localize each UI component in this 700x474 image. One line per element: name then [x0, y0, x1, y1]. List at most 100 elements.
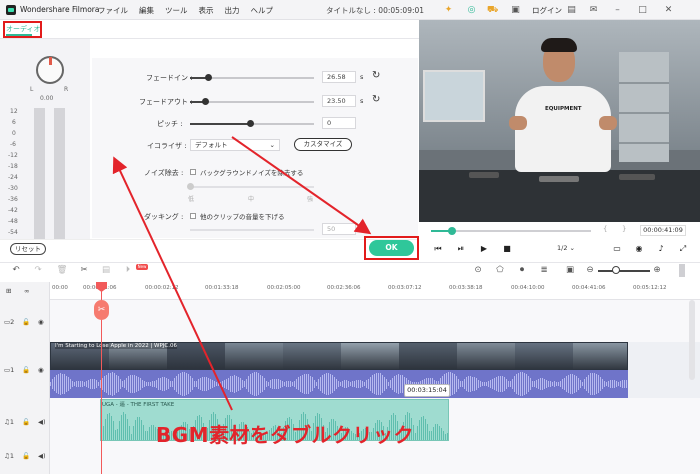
- pitch-value-field[interactable]: 0: [322, 117, 356, 129]
- zoom-slider-thumb[interactable]: [612, 266, 620, 274]
- maximize-icon[interactable]: □: [637, 5, 648, 16]
- reset-button[interactable]: リセット: [10, 243, 46, 255]
- add-track-icon[interactable]: ⊞: [6, 287, 11, 295]
- preview-progress-thumb[interactable]: [448, 227, 456, 235]
- display-icon[interactable]: ▭: [612, 244, 622, 253]
- pitch-fill: [190, 123, 250, 125]
- lock-icon[interactable]: 🔓: [22, 318, 30, 326]
- ruler-label: 00:00:02:12: [145, 285, 179, 291]
- login-link[interactable]: ログイン: [532, 5, 562, 16]
- bgm-waveform-bar: [415, 433, 416, 440]
- menu-edit[interactable]: 編集: [139, 5, 154, 16]
- eye-icon[interactable]: ◉: [38, 318, 44, 326]
- bgm-waveform-bar: [131, 433, 132, 440]
- menu-view[interactable]: 表示: [199, 5, 214, 16]
- crop-icon[interactable]: ▤: [100, 265, 112, 275]
- render-icon[interactable]: ⊙: [472, 265, 484, 275]
- redo-icon[interactable]: ↷: [32, 265, 44, 275]
- stop-icon[interactable]: ■: [502, 244, 512, 253]
- speed-select[interactable]: 1/2 ⌄: [557, 243, 589, 254]
- lock-icon[interactable]: 🔓: [22, 366, 30, 374]
- mail-icon[interactable]: ✉: [588, 5, 599, 16]
- fade-out-value-field[interactable]: 23.50: [322, 95, 356, 107]
- denoise-checkbox[interactable]: [190, 169, 196, 175]
- split-scissors-icon[interactable]: ✂: [94, 300, 109, 320]
- waveform-bar: [296, 379, 297, 389]
- waveform-bar: [306, 373, 307, 395]
- waveform-bar: [544, 378, 545, 390]
- denoise-mark-mid: 中: [248, 196, 255, 203]
- play-icon[interactable]: ▶: [479, 244, 489, 253]
- menu-tools[interactable]: ツール: [165, 5, 188, 16]
- waveform-bar: [534, 381, 535, 387]
- gift-icon[interactable]: ▣: [510, 5, 521, 16]
- fade-in-slider-thumb[interactable]: [205, 74, 212, 81]
- equalizer-select[interactable]: デフォルト ⌄: [190, 139, 280, 151]
- mixer-icon[interactable]: ≣: [538, 265, 550, 275]
- waveform-bar: [84, 381, 85, 387]
- fade-out-slider-thumb[interactable]: [202, 98, 209, 105]
- track-number: 1: [10, 366, 15, 374]
- close-icon[interactable]: ✕: [663, 5, 674, 16]
- headset-icon[interactable]: ◎: [466, 5, 477, 16]
- customize-button[interactable]: カスタマイズ: [294, 138, 352, 151]
- meter-tick: -36: [8, 196, 18, 203]
- waveform-bar: [244, 381, 245, 387]
- volume-icon[interactable]: ♪: [656, 244, 666, 253]
- video-preview[interactable]: EQUIPMENT: [419, 20, 700, 222]
- mark-out-icon[interactable]: }: [622, 225, 626, 233]
- save-icon[interactable]: ▤: [566, 5, 577, 16]
- delete-icon[interactable]: 🗑: [56, 265, 68, 275]
- pan-knob[interactable]: [36, 56, 64, 84]
- waveform-bar: [148, 381, 149, 387]
- menu-help[interactable]: ヘルプ: [251, 5, 274, 16]
- prev-frame-icon[interactable]: ⏮: [433, 244, 443, 254]
- voiceover-icon[interactable]: ⏺: [516, 265, 528, 275]
- waveform-bar: [386, 379, 387, 389]
- fade-out-reset-icon[interactable]: ↻: [372, 94, 380, 105]
- speaker-icon[interactable]: ◀): [38, 452, 46, 460]
- waveform-bar: [208, 377, 209, 391]
- fullscreen-icon[interactable]: ⤢: [678, 244, 688, 254]
- marker-icon[interactable]: ⬠: [494, 265, 506, 275]
- menu-file[interactable]: ファイル: [98, 5, 128, 16]
- chevron-down-icon: ⌄: [567, 244, 575, 252]
- waveform-bar: [160, 377, 161, 391]
- waveform-bar: [336, 378, 337, 390]
- zoom-track[interactable]: [598, 270, 650, 272]
- lock-icon[interactable]: 🔓: [22, 418, 30, 426]
- mark-in-icon[interactable]: {: [603, 225, 607, 233]
- play-backward-icon[interactable]: ⏯: [456, 244, 466, 254]
- lock-icon[interactable]: 🔓: [22, 452, 30, 460]
- ducking-checkbox[interactable]: [190, 213, 196, 219]
- video-audio-waveform[interactable]: [50, 370, 628, 398]
- timeline-scrollbar[interactable]: [689, 300, 695, 380]
- preview-hand-left: [509, 116, 527, 130]
- video-track-2[interactable]: [50, 300, 700, 342]
- waveform-bar: [612, 379, 613, 389]
- cut-icon[interactable]: ✂: [78, 265, 90, 275]
- lightbulb-icon[interactable]: ✦: [443, 5, 454, 16]
- timeline-handle[interactable]: [679, 264, 685, 277]
- speaker-icon[interactable]: ◀): [38, 418, 46, 426]
- waveform-bar: [76, 381, 77, 387]
- link-icon[interactable]: ∞: [24, 287, 29, 295]
- waveform-bar: [68, 377, 69, 391]
- pitch-slider-thumb[interactable]: [247, 120, 254, 127]
- zoom-out-icon[interactable]: ⊖: [584, 265, 596, 275]
- zoom-in-icon[interactable]: ⊕: [651, 265, 663, 275]
- eye-icon[interactable]: ◉: [38, 366, 44, 374]
- cart-icon[interactable]: ⛟: [487, 5, 498, 16]
- menu-export[interactable]: 出力: [225, 5, 240, 16]
- preview-person-hair: [541, 38, 577, 52]
- fade-in-reset-icon[interactable]: ↻: [372, 70, 380, 81]
- fade-in-value-field[interactable]: 26.58: [322, 71, 356, 83]
- waveform-bar: [624, 380, 625, 388]
- undo-icon[interactable]: ↶: [10, 265, 22, 275]
- snapshot-icon[interactable]: ◉: [634, 244, 644, 253]
- minimize-icon[interactable]: –: [612, 5, 623, 16]
- preview-shelf-line: [619, 142, 669, 144]
- snapshot-tl-icon[interactable]: ▣: [564, 265, 576, 275]
- speed-icon[interactable]: ⏵: [122, 265, 134, 275]
- waveform-bar: [278, 379, 279, 389]
